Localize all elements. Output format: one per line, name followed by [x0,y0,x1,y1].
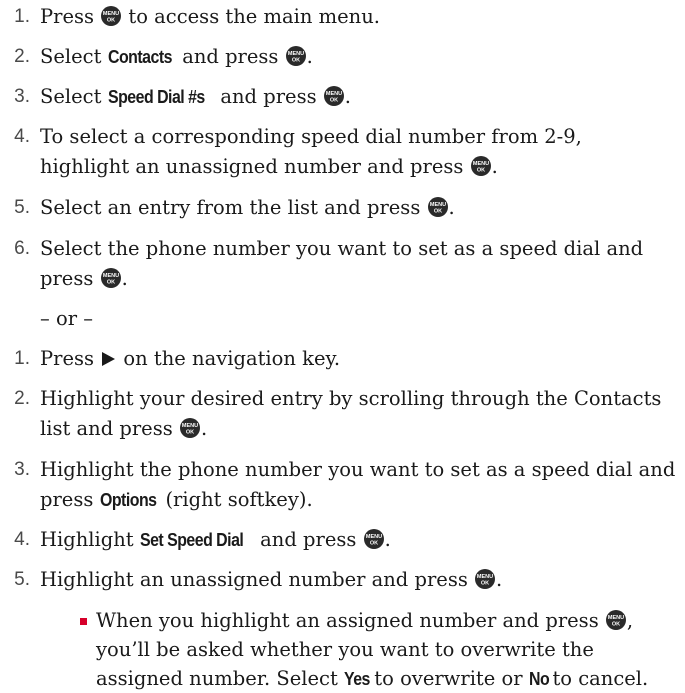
step-text-segment: Highlight an unassigned number and press [40,568,475,591]
step-text-segment: and press [253,528,363,551]
menu-ok-key-icon: MENU OK [101,6,122,26]
step-text: Select the phone number you want to set … [40,234,676,294]
step-text-segment: Press [40,5,101,28]
step-number: 1. [14,348,30,369]
step-text-segment: . [200,417,208,440]
svg-text:OK: OK [612,622,620,628]
step-text-segment: To select a corresponding speed dial num… [40,125,582,178]
menu-ok-key-icon: MENU OK [470,156,491,176]
menu-ok-key-icon: MENU OK [605,610,626,630]
bullet-square-icon [80,618,87,625]
step-text-segment: . [496,568,503,591]
step-text: To select a corresponding speed dial num… [40,122,676,182]
svg-text:MENU: MENU [102,273,118,279]
step-text-segment: Select [40,85,108,108]
menu-ok-key-icon: MENU OK [100,268,121,288]
svg-text:MENU: MENU [365,534,381,540]
step-text-segment: Select [40,45,108,68]
svg-text:MENU: MENU [429,202,445,208]
step-text-segment: . [121,267,128,290]
menu-ok-key-icon: MENU OK [285,46,306,66]
step-text-segment: on the navigation key. [117,347,341,370]
step-number: 1. [14,6,30,27]
svg-text:OK: OK [106,280,114,286]
step-number: 6. [14,238,30,259]
svg-text:MENU: MENU [288,51,304,57]
step-text-segment: . [344,85,351,108]
step-text-segment: . [306,45,313,68]
step-number: 2. [14,46,30,67]
step-text-segment: When you highlight an assigned number an… [96,609,605,632]
svg-text:OK: OK [292,58,300,64]
svg-text:MENU: MENU [182,423,198,429]
step-text: Highlight Set Speed Dial and press MENU O… [40,525,676,555]
keyword-label: Speed Dial #s [107,86,205,107]
menu-ok-key-icon: MENU OK [323,86,344,106]
step-number: 5. [14,569,30,590]
menu-ok-key-icon: MENU OK [427,197,448,217]
svg-text:OK: OK [433,209,441,215]
svg-text:MENU: MENU [473,161,489,167]
step-text-segment: . [448,196,455,219]
keyword-label: Options [99,489,157,510]
step-text-segment: and press [214,85,323,108]
step-number: 4. [14,529,30,550]
keyword-label: Yes [343,668,370,689]
svg-text:OK: OK [369,541,377,547]
svg-text:OK: OK [476,168,484,174]
step-number: 3. [14,86,30,107]
step-text: Highlight your desired entry by scrollin… [40,384,676,444]
svg-text:OK: OK [186,430,194,436]
step-number: 2. [14,388,30,409]
step-text-segment: . [491,155,498,178]
keyword-label: No [528,668,550,689]
step-text: Press MENU OK to access the main menu. [40,2,676,32]
menu-ok-key-icon: MENU OK [475,569,496,589]
svg-text:MENU: MENU [477,574,493,580]
keyword-label: Set Speed Dial [139,529,244,550]
step-text-segment: to overwrite or [368,667,529,690]
step-text-segment: Highlight [40,528,140,551]
note-bullet-text: When you highlight an assigned number an… [96,606,680,693]
step-text: Select Speed Dial #s and press MENU OK. [40,82,676,112]
svg-text:MENU: MENU [326,91,342,97]
step-number: 3. [14,459,30,480]
step-text-segment: Press [40,347,101,370]
step-text-segment: to cancel. [546,667,649,690]
step-text-segment: Select the phone number you want to set … [40,237,644,290]
step-text: Highlight an unassigned number and press… [40,565,676,595]
menu-ok-key-icon: MENU OK [179,418,200,438]
step-text-segment: (right softkey). [159,488,313,511]
svg-text:OK: OK [330,98,338,104]
step-text: Highlight the phone number you want to s… [40,455,676,515]
svg-text:MENU: MENU [608,615,624,621]
manual-page: 1. Press MENU OK to access the main menu. 2… [0,0,685,690]
svg-text:OK: OK [481,581,489,587]
step-number: 4. [14,126,30,147]
step-text-segment: to access the main menu. [122,5,380,28]
svg-text:OK: OK [107,18,115,24]
step-text: Select an entry from the list and press … [40,193,676,223]
keyword-label: Contacts [107,46,172,67]
or-separator: – or – [40,307,93,330]
step-text-segment: Select an entry from the list and press [40,196,427,219]
step-text: Select Contacts and press MENU OK. [40,42,676,72]
step-number: 5. [14,197,30,218]
step-text: Press on the navigation key. [40,344,676,374]
menu-ok-key-icon: MENU OK [363,529,384,549]
svg-text:MENU: MENU [103,11,119,17]
step-text-segment: Highlight your desired entry by scrollin… [40,387,662,440]
step-text-segment: and press [176,45,285,68]
step-text-segment: . [384,528,391,551]
navigation-right-arrow-icon [102,352,116,366]
